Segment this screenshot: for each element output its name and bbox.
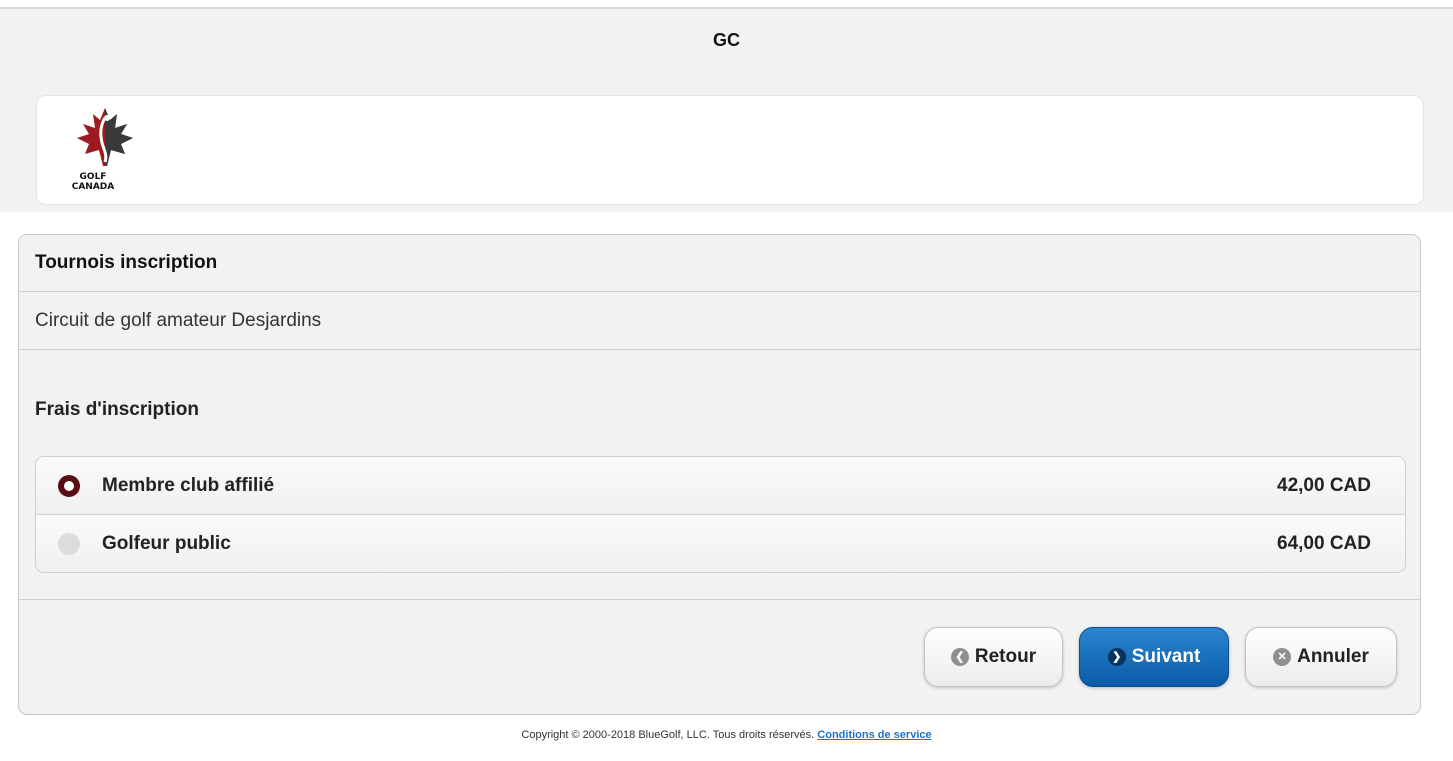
fee-option-public[interactable]: Golfeur public 64,00 CAD <box>36 515 1405 572</box>
footer: Copyright © 2000-2018 BlueGolf, LLC. Tou… <box>0 729 1453 741</box>
fee-option-price: 42,00 CAD <box>1277 474 1371 496</box>
fee-option-label: Membre club affilié <box>102 474 275 496</box>
tournament-name: Circuit de golf amateur Desjardins <box>19 292 1420 350</box>
fee-option-price: 64,00 CAD <box>1277 533 1371 554</box>
copyright-text: Copyright © 2000-2018 BlueGolf, LLC. Tou… <box>521 729 815 741</box>
back-button[interactable]: ❮ Retour <box>924 627 1063 687</box>
chevron-right-icon: ❯ <box>1107 648 1126 666</box>
cancel-button[interactable]: ✕ Annuler <box>1245 627 1397 687</box>
fee-options: Membre club affilié 42,00 CAD Golfeur pu… <box>35 456 1406 573</box>
app-header: GC <box>0 9 1453 72</box>
panel-header: Tournois inscription <box>19 235 1420 292</box>
actions-divider <box>19 599 1420 600</box>
fee-option-label: Golfeur public <box>102 533 231 554</box>
close-icon: ✕ <box>1273 648 1292 666</box>
header-title: GC <box>713 30 740 50</box>
back-button-label: Retour <box>974 646 1037 667</box>
cancel-button-label: Annuler <box>1297 646 1369 667</box>
fees-heading: Frais d'inscription <box>35 399 199 420</box>
chevron-left-icon: ❮ <box>950 648 969 666</box>
next-button-label: Suivant <box>1131 646 1201 667</box>
radio-unselected[interactable] <box>58 533 80 555</box>
radio-selected[interactable] <box>58 475 80 497</box>
registration-panel: Tournois inscription Circuit de golf ama… <box>18 234 1421 715</box>
panel-title: Tournois inscription <box>35 252 218 273</box>
maple-leaf-icon <box>77 108 133 166</box>
next-button[interactable]: ❯ Suivant <box>1079 627 1229 687</box>
logo-line2: CANADA <box>71 182 115 192</box>
logo-card: GOLF CANADA <box>36 95 1424 205</box>
logo-text: GOLF CANADA <box>61 172 125 192</box>
terms-link[interactable]: Conditions de service <box>817 729 931 741</box>
fee-option-member[interactable]: Membre club affilié 42,00 CAD <box>36 457 1405 515</box>
logo-line1: GOLF <box>79 172 107 182</box>
golf-canada-logo[interactable]: GOLF CANADA <box>61 104 149 200</box>
